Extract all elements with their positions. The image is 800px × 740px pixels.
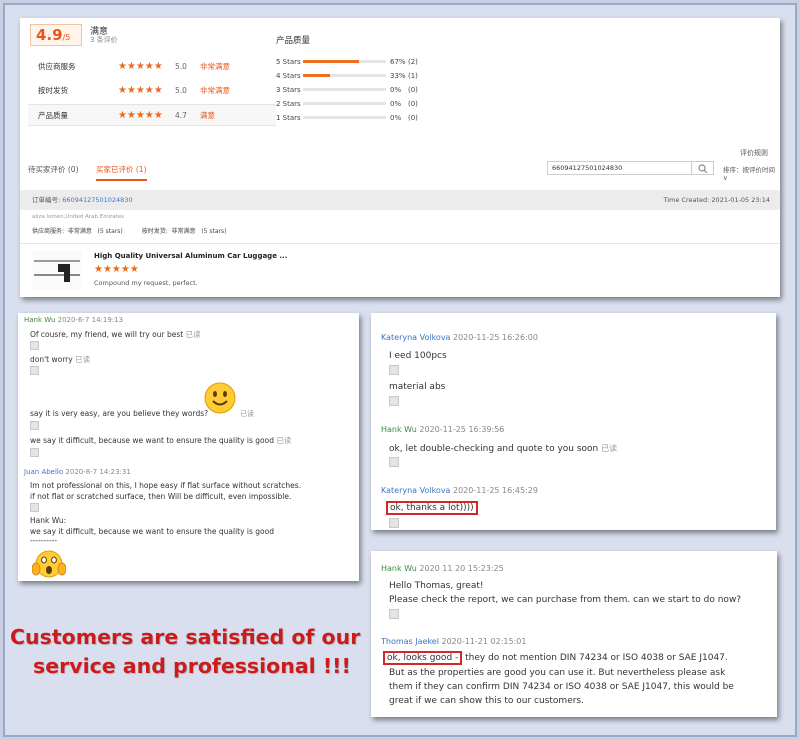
message-header: Juan Abello 2020-8-7 14:23:31 bbox=[24, 468, 131, 476]
quote-separator: ---------- bbox=[30, 536, 58, 545]
message-header: Hank Wu 2020-11-25 16:39:56 bbox=[381, 425, 505, 434]
message-text: great if we can show this to our custome… bbox=[389, 696, 584, 706]
product-review-text: Compound my request, perfect. bbox=[94, 279, 198, 287]
message-text: we say it difficult, because we want to … bbox=[30, 436, 292, 445]
message-checkbox[interactable] bbox=[389, 365, 399, 375]
message-header: Thomas Jaekel 2020-11-21 02:15:01 bbox=[381, 637, 527, 646]
product-thumbnail[interactable] bbox=[32, 251, 82, 289]
message-checkbox[interactable] bbox=[389, 518, 399, 528]
review-rules-link[interactable]: 评价规则 bbox=[740, 148, 768, 158]
distribution-bar-fill bbox=[303, 60, 359, 63]
read-indicator: 已读 bbox=[240, 410, 254, 418]
sender-name: Thomas Jaekel bbox=[381, 637, 439, 646]
star-rating-icon: ★★★★★ bbox=[118, 61, 163, 72]
chat-panel-right-bottom: Hank Wu 2020 11 20 15:23:25 Hello Thomas… bbox=[371, 551, 777, 717]
order-search-input[interactable] bbox=[547, 161, 692, 175]
message-text: Hello Thomas, great! bbox=[389, 581, 484, 591]
quoted-text: we say it difficult, because we want to … bbox=[30, 527, 274, 536]
star-rating-icon: ★★★★★ bbox=[118, 110, 163, 121]
message-header: Kateryna Volkova 2020-11-25 16:45:29 bbox=[381, 486, 538, 495]
sender-name: Kateryna Volkova bbox=[381, 333, 451, 342]
time-created: Time Created: 2021-01-05 23:14 bbox=[663, 196, 770, 204]
sender-name: Hank Wu bbox=[24, 316, 56, 324]
message-text: say it is very easy, are you believe the… bbox=[30, 409, 209, 418]
distribution-row: 1 Stars 0% (0) bbox=[276, 114, 418, 122]
message-text: if not flat or scratched surface, then W… bbox=[30, 492, 292, 501]
criterion-supplier-service: 供应商服务 ★★★★★ 5.0 非常满意 bbox=[28, 56, 276, 78]
slogan-line-1: Customers are satisfied of our bbox=[10, 625, 361, 649]
message-text: them if they can confirm DIN 74234 or IS… bbox=[389, 682, 734, 692]
message-header: Hank Wu 2020 11 20 15:23:25 bbox=[381, 564, 504, 573]
tab-pending-reviews[interactable]: 待买家评价 (0) bbox=[28, 164, 79, 175]
smiley-emoji-icon bbox=[204, 382, 236, 414]
distribution-row: 2 Stars 0% (0) bbox=[276, 100, 418, 108]
order-info-bar: 订单编号: 66094127501024830 Time Created: 20… bbox=[20, 190, 780, 210]
search-button[interactable] bbox=[692, 161, 714, 175]
search-icon bbox=[698, 164, 708, 174]
chat-panel-left: Hank Wu 2020-6-7 14:19:13 Of cousre, my … bbox=[18, 313, 359, 581]
product-star-rating-icon: ★★★★★ bbox=[94, 264, 139, 275]
message-text: But as the properties are good you can u… bbox=[389, 668, 726, 678]
slogan-line-2: service and professional !!! bbox=[33, 654, 351, 678]
buyer-ratings: 供应商服务: 非常满意 (5 stars) 按时发货: 非常满意 (5 star… bbox=[32, 228, 227, 235]
sender-name: Juan Abello bbox=[24, 468, 64, 476]
order-number-link[interactable]: 66094127501024830 bbox=[62, 196, 132, 204]
chat-panel-right-top: Kateryna Volkova 2020-11-25 16:26:00 I e… bbox=[371, 313, 776, 530]
criterion-on-time-delivery: 按时发货 ★★★★★ 5.0 非常满意 bbox=[28, 80, 276, 102]
shocked-emoji-icon bbox=[32, 550, 66, 578]
distribution-bar-fill bbox=[303, 74, 331, 77]
sender-name: Hank Wu bbox=[381, 564, 417, 573]
message-header: Hank Wu 2020-6-7 14:19:13 bbox=[24, 316, 124, 324]
tab-buyer-reviewed[interactable]: 买家已评价 (1) bbox=[96, 164, 147, 181]
message-checkbox[interactable] bbox=[389, 457, 399, 467]
message-header: Kateryna Volkova 2020-11-25 16:26:00 bbox=[381, 333, 538, 342]
message-text: Please check the report, we can purchase… bbox=[389, 595, 742, 605]
star-rating-icon: ★★★★★ bbox=[118, 85, 163, 96]
message-checkbox[interactable] bbox=[30, 366, 39, 375]
score-badge: 4.9/5 bbox=[30, 24, 82, 46]
message-checkbox[interactable] bbox=[30, 448, 39, 457]
criterion-product-quality[interactable]: 产品质量 ★★★★★ 4.7 满意 bbox=[28, 104, 276, 126]
distribution-row: 4 Stars 33% (1) bbox=[276, 72, 418, 80]
distribution-row: 3 Stars 0% (0) bbox=[276, 86, 418, 94]
message-text: I eed 100pcs bbox=[389, 351, 447, 361]
rating-summary-panel: 4.9/5 满意 3 条评价 供应商服务 ★★★★★ 5.0 非常满意 按时发货… bbox=[20, 18, 780, 297]
message-checkbox[interactable] bbox=[30, 421, 39, 430]
product-title-link[interactable]: High Quality Universal Aluminum Car Lugg… bbox=[94, 252, 287, 260]
message-text: ok, let double-checking and quote to you… bbox=[389, 444, 618, 454]
message-checkbox[interactable] bbox=[30, 341, 39, 350]
quality-distribution-title: 产品质量 bbox=[276, 36, 311, 46]
message-checkbox[interactable] bbox=[30, 503, 39, 512]
sort-dropdown[interactable]: 排序：按评价时间 ∨ bbox=[723, 164, 780, 182]
message-text: material abs bbox=[389, 382, 446, 392]
message-text: ok, looks good - they do not mention DIN… bbox=[383, 651, 728, 665]
message-checkbox[interactable] bbox=[389, 609, 399, 619]
message-text: Im not professional on this, I hope easy… bbox=[30, 481, 302, 490]
quoted-sender: Hank Wu: bbox=[30, 516, 67, 525]
divider bbox=[20, 243, 780, 244]
message-checkbox[interactable] bbox=[389, 396, 399, 406]
buyer-info: aliza lomen,United Arab Emirates bbox=[32, 214, 125, 220]
message-text: don't worry 已读 bbox=[30, 355, 91, 364]
message-text: Of cousre, my friend, we will try our be… bbox=[30, 330, 201, 339]
review-count: 3 条评价 bbox=[90, 36, 118, 44]
highlighted-message: ok, thanks a lot)))) bbox=[386, 501, 478, 515]
distribution-row: 5 Stars 67% (2) bbox=[276, 58, 418, 66]
sender-name: Kateryna Volkova bbox=[381, 486, 451, 495]
sender-name: Hank Wu bbox=[381, 425, 417, 434]
highlighted-message: ok, looks good - bbox=[383, 651, 463, 665]
